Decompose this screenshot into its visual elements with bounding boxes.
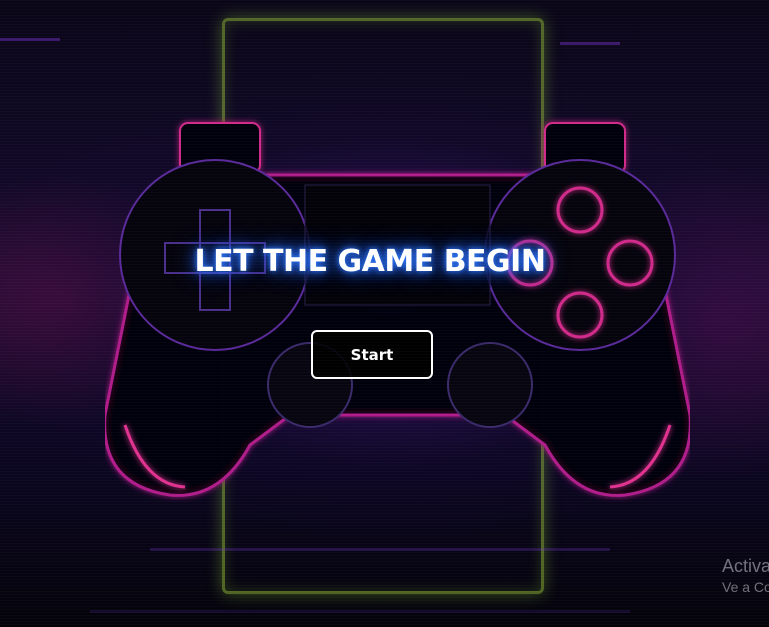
watermark-line-1: Activa: [722, 556, 769, 576]
start-button[interactable]: Start: [311, 330, 433, 379]
glitch-line: [0, 38, 60, 41]
glitch-line: [150, 548, 610, 551]
page-title: LET THE GAME BEGIN: [194, 244, 546, 279]
watermark-line-2: Ve a Co: [722, 579, 769, 595]
game-landing-screen: LET THE GAME BEGIN Start Activa Ve a Co: [0, 0, 769, 627]
game-controller-icon: [105, 122, 690, 497]
glitch-line: [90, 610, 630, 613]
glitch-line: [560, 42, 620, 45]
windows-activation-watermark: Activa Ve a Co: [722, 555, 769, 597]
